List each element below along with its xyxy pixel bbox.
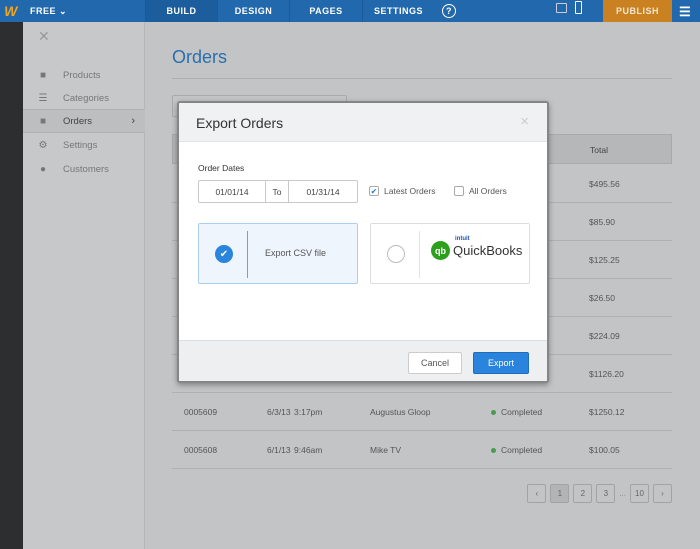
quickbooks-option[interactable]: qb intuit QuickBooks (370, 223, 530, 284)
latest-orders-checkbox[interactable]: ✔ Latest Orders (369, 186, 436, 196)
order-status: Completed (491, 445, 542, 455)
order-id: 0005609 (184, 407, 218, 417)
gear-icon: ⚙ (38, 139, 48, 151)
order-total: $495.56 (589, 179, 620, 189)
order-customer: Augustus Gloop (370, 407, 431, 417)
sidebar-item-customers[interactable]: ● Customers (23, 158, 145, 180)
column-total: Total (590, 145, 608, 155)
tag-icon: ■ (39, 69, 47, 81)
pagination: ‹ 1 2 3 ... 10 › (527, 484, 672, 503)
publish-button[interactable]: PUBLISH (603, 0, 672, 22)
sidebar-item-products[interactable]: ■ Products (23, 64, 145, 86)
sidebar-item-categories[interactable]: ☰ Categories (23, 87, 145, 109)
weebly-logo[interactable]: W (0, 3, 22, 19)
hamburger-menu-icon[interactable]: ☰ (679, 4, 691, 20)
order-total: $125.25 (589, 255, 620, 265)
divider (419, 231, 420, 278)
all-orders-checkbox[interactable]: All Orders (454, 186, 507, 196)
divider (247, 231, 248, 278)
start-date-input[interactable]: 01/01/14 (199, 181, 266, 202)
order-time: 3:17pm (294, 407, 323, 417)
next-page-button[interactable]: › (653, 484, 672, 503)
table-row[interactable]: 0005608 6/1/13 9:46am Mike TV Completed … (172, 431, 672, 469)
status-label: Completed (501, 445, 543, 455)
sidebar-item-label: Customers (63, 163, 109, 175)
checkbox-label: Latest Orders (384, 186, 436, 196)
tab-settings[interactable]: SETTINGS (362, 0, 434, 22)
page-1-button[interactable]: 1 (550, 484, 570, 503)
tab-pages[interactable]: PAGES (289, 0, 362, 22)
list-icon: ☰ (38, 92, 48, 104)
pager-ellipsis: ... (619, 489, 626, 498)
end-date-input[interactable]: 01/31/14 (289, 181, 357, 202)
checkbox-empty-icon (454, 186, 464, 196)
dialog-title: Export Orders (196, 115, 284, 131)
order-total: $1250.12 (589, 407, 625, 417)
sidebar-item-label: Categories (63, 92, 109, 104)
page-2-button[interactable]: 2 (573, 484, 593, 503)
sidebar-item-orders[interactable]: ■ Orders › (23, 109, 145, 133)
chevron-right-icon: › (131, 115, 135, 127)
tab-design[interactable]: DESIGN (217, 0, 289, 22)
quickbooks-label: QuickBooks (453, 243, 523, 258)
dialog-footer: Cancel Export (179, 340, 547, 381)
bag-icon: ■ (39, 115, 47, 127)
export-csv-option[interactable]: ✔ Export CSV file (198, 223, 358, 284)
page-10-button[interactable]: 10 (630, 484, 649, 503)
desktop-icon[interactable] (556, 3, 567, 13)
order-total: $85.90 (589, 217, 615, 227)
dialog-header: Export Orders × (179, 103, 547, 142)
tab-build[interactable]: BUILD (145, 0, 217, 22)
export-orders-dialog: Export Orders × Order Dates 01/01/14 To … (177, 101, 549, 383)
order-id: 0005608 (184, 445, 218, 455)
radio-empty-icon (387, 245, 405, 263)
order-total: $1126.20 (589, 369, 624, 379)
order-date: 6/3/13 (267, 407, 291, 417)
to-label: To (266, 181, 289, 202)
date-range: 01/01/14 To 01/31/14 (198, 180, 358, 203)
order-status: Completed (491, 407, 542, 417)
status-label: Completed (501, 407, 543, 417)
order-customer: Mike TV (370, 445, 402, 455)
page-title: Orders (172, 47, 228, 67)
order-total: $26.50 (589, 293, 615, 303)
sidebar-item-label: Settings (63, 139, 98, 151)
qb-icon: qb (431, 241, 450, 260)
help-icon[interactable]: ? (442, 4, 456, 18)
order-dates-label: Order Dates (198, 163, 245, 173)
status-dot-icon (491, 448, 496, 454)
checkbox-label: All Orders (469, 186, 507, 196)
csv-option-label: Export CSV file (265, 248, 327, 258)
checkbox-checked-icon: ✔ (369, 186, 379, 196)
mobile-icon[interactable] (575, 1, 582, 14)
status-dot-icon (491, 410, 496, 416)
top-bar: W FREE ⌄ BUILD DESIGN PAGES SETTINGS ? P… (0, 0, 700, 22)
plan-dropdown[interactable]: FREE ⌄ (22, 6, 145, 17)
order-total: $100.05 (589, 445, 620, 455)
order-time: 9:46am (294, 445, 323, 455)
sidebar-item-settings[interactable]: ⚙ Settings (23, 134, 145, 156)
intuit-label: intuit (455, 236, 470, 242)
sidebar-item-label: Products (63, 69, 101, 81)
export-button[interactable]: Export (473, 352, 529, 374)
person-icon: ● (39, 163, 47, 175)
page-3-button[interactable]: 3 (596, 484, 616, 503)
close-icon[interactable]: × (520, 113, 529, 130)
divider (172, 78, 672, 79)
sidebar-item-label: Orders (63, 115, 93, 127)
sidebar: ✕ ■ Products ☰ Categories ■ Orders › ⚙ Settin… (23, 22, 145, 549)
prev-page-button[interactable]: ‹ (527, 484, 547, 503)
quickbooks-logo: qb intuit QuickBooks (431, 236, 523, 260)
table-row[interactable]: 0005609 6/3/13 3:17pm Augustus Gloop Com… (172, 393, 672, 431)
site-preview-edge (0, 22, 23, 549)
cancel-button[interactable]: Cancel (408, 352, 462, 374)
close-icon[interactable]: ✕ (38, 28, 50, 45)
order-total: $224.09 (589, 331, 620, 341)
radio-checked-icon: ✔ (215, 245, 233, 263)
order-date: 6/1/13 (267, 445, 291, 455)
